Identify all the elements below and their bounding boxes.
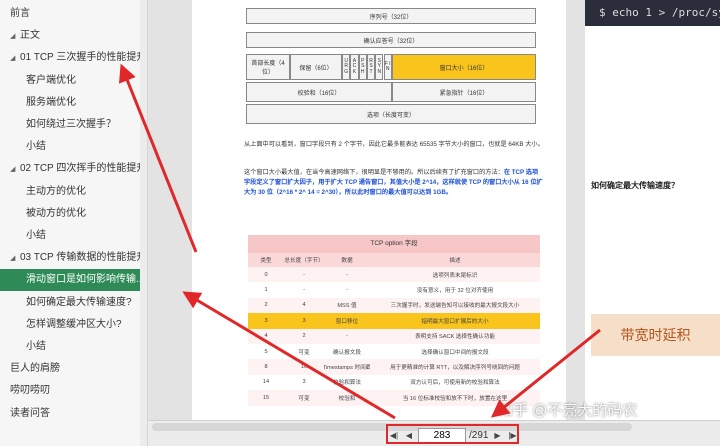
annotation-arrow-active [182,291,396,420]
annotation-arrow-toc [118,63,198,253]
annotation-arrow-pager [490,328,601,418]
annotation-arrows [118,63,601,420]
